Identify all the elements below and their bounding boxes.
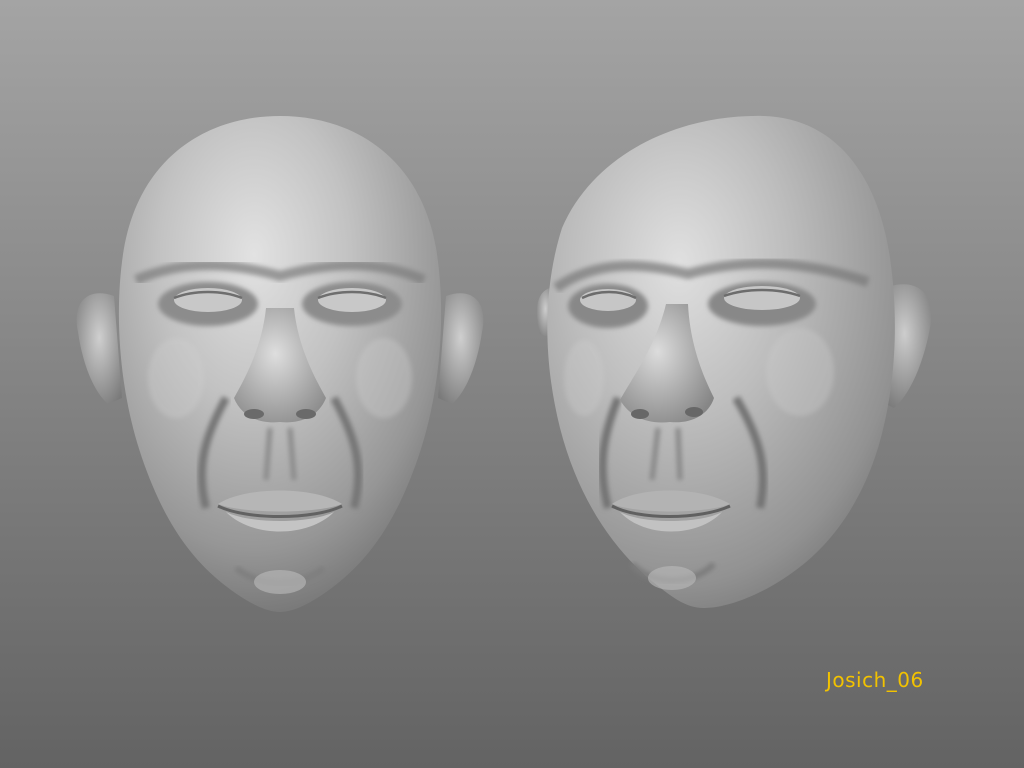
artist-signature: Josich_06 [826,668,924,692]
head-sculpt-front [66,108,494,620]
head-three-quarter-icon [536,115,932,608]
sculpt-viewport: Josich_06 [0,0,1024,768]
head-front-icon [76,116,484,612]
head-sculpt-three-quarter [528,108,940,620]
